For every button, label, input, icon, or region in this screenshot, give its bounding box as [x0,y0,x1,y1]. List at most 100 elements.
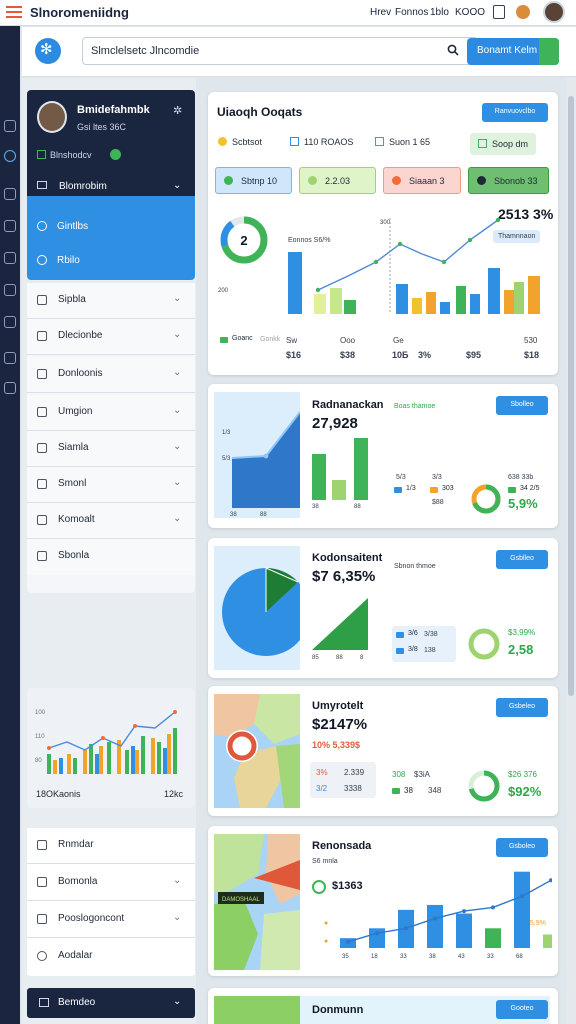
nav-item-5[interactable]: Siamla ⌄ [27,431,195,467]
card3-pill-3: 3/8 [396,646,418,660]
notification-icon[interactable] [493,5,505,19]
card1-xval-3: 10Б [392,350,409,360]
card5-point [346,939,350,944]
rail-people-icon[interactable] [4,352,16,364]
card2-pill-2: 303 [430,485,454,499]
revenue-card: 1/3 5/3 38 88 Radnanackan 27,928 Boas th… [208,384,558,528]
search-header: ▾ Bonamt Kelm [22,27,576,77]
card1-button[interactable]: Ranvuovclbo [482,103,548,122]
bottom-card: Donmunn Gooteo [208,988,558,1024]
card6-button[interactable]: Gooteo [496,1000,548,1019]
rail-clock-icon[interactable] [4,252,16,264]
tab-1[interactable]: Scbtsot [218,137,262,147]
bottom-nav-item-2[interactable]: Bomonla ⌄ [27,865,195,901]
footer-bar[interactable]: Bemdeo ⌄ [27,988,195,1018]
top-link-3[interactable]: 1blo [430,7,449,18]
sidebar-item-active-1[interactable]: Gintlbs [37,221,88,232]
card3-pill-4: 138 [424,647,436,654]
card5-point [491,905,495,910]
search-icon[interactable] [447,44,459,56]
card6-title: Donmunn [312,1004,364,1016]
card1-xtop-4: 530 [524,336,538,345]
top-link-1[interactable]: Hrev [370,7,391,18]
settings-icon[interactable]: ✲ [173,104,182,117]
card1-pill-2: Gonkk [260,336,281,343]
user-avatar[interactable] [543,1,565,23]
card3-info-box: 3/6 3/38 3/8 138 [392,626,456,662]
card4-title: Umyrotelt [312,700,364,712]
primary-button-accent[interactable] [539,38,559,65]
card3-button[interactable]: Gsblleo [496,550,548,569]
card2-title: Radnanackan [312,399,384,411]
card4-mid-4: 348 [428,786,442,795]
card1-title: Uiaoqh Ooqats [217,105,303,119]
card4-button[interactable]: Gsbeleo [496,698,548,717]
tab-4[interactable]: Soop dm [470,133,537,155]
card3-donut [468,628,500,660]
chip-1[interactable]: Sbtnp 10 [215,167,292,194]
card5-point [433,916,437,921]
chip-2[interactable]: 2.2.03 [299,167,376,194]
rail-folder-icon[interactable] [4,220,16,232]
chip-4[interactable]: Sbonob 33 [468,167,549,194]
svg-text:88: 88 [336,655,343,660]
top-link-2[interactable]: Fonnos [395,7,428,18]
bottom-nav-item-1[interactable]: Rnmdar [27,828,195,864]
tab-2[interactable]: 110 ROAOS [290,137,353,147]
nav-item-7[interactable]: Komoalt ⌄ [27,503,195,539]
app-logo-icon [35,38,61,64]
card2-button[interactable]: Sbolleo [496,396,548,415]
icon-rail [0,26,20,1024]
tab-3[interactable]: Suon 1 65 [375,137,430,147]
card3-area-chart: 85 88 8 [312,598,368,660]
card2-pill-1: 1/3 [394,485,416,499]
card5-bar-chart: 35 18 33 38 43 33 68 [340,871,552,960]
rail-home-icon[interactable] [4,284,16,296]
rail-book-icon[interactable] [4,382,16,394]
card5-x-label: 43 [458,954,465,960]
nav-item-2[interactable]: Dlecionbe ⌄ [27,319,195,355]
nav-item-6[interactable]: Smonl ⌄ [27,467,195,503]
footer-label: Bemdeo [58,997,96,1008]
card1-xtop-1: Sw [286,336,298,345]
search-box[interactable]: ▾ [82,37,478,65]
rail-chart-icon[interactable] [4,120,16,132]
nav-item-3[interactable]: Donloonis ⌄ [27,357,195,393]
card4-right-tag: $26 376 [508,770,537,779]
card2-donut-value: 5,9% [508,496,538,511]
side-bar-chart [47,710,177,774]
card5-map: DAMOSHAAL [214,834,300,970]
search-input[interactable] [91,42,421,60]
online-indicator [110,149,121,160]
card6-map [214,996,300,1024]
coin-icon[interactable] [516,5,530,19]
rail-chat-icon[interactable] [4,316,16,328]
top-link-4[interactable]: KOOO [455,7,485,18]
chevron-down-icon[interactable]: ⌄ [173,996,181,1007]
bottom-nav-item-4[interactable]: Aodalar [27,939,195,975]
nav-item-4[interactable]: Umgion ⌄ [27,395,195,431]
card1-xval-4: 3% [418,350,432,360]
svg-text:88: 88 [354,504,361,508]
card4-mid-3: 38 [392,786,413,800]
rail-target-icon[interactable] [4,150,16,162]
scrollbar[interactable] [566,78,576,1024]
menu-icon[interactable] [6,6,22,19]
card2-donut [471,484,501,514]
bottom-nav-item-3[interactable]: Pooslogoncont ⌄ [27,902,195,938]
card5-bar [514,871,530,948]
rail-share-icon[interactable] [4,188,16,200]
region-card: Umyrotelt $2147% 10% 5,339$ Gsbeleo 3% 2… [208,686,558,816]
nav-item-1[interactable]: Sipbla ⌄ [27,283,195,319]
sidebar-item-active-2[interactable]: Rbilo [37,255,80,266]
profile-status: Blnshodcv [37,150,92,160]
scrollbar-thumb[interactable] [568,96,574,696]
chip-3[interactable]: Siaaan 3 [383,167,461,194]
card5-x-label: 35 [342,954,349,960]
profile-menu[interactable]: Blomrobim ⌄ [27,178,195,196]
card5-bar [485,928,501,948]
profile-avatar[interactable] [37,101,67,133]
card3-pie-chart [214,546,300,670]
nav-item-8[interactable]: Sbonla [27,539,195,575]
card5-button[interactable]: Gsboleo [496,838,548,857]
